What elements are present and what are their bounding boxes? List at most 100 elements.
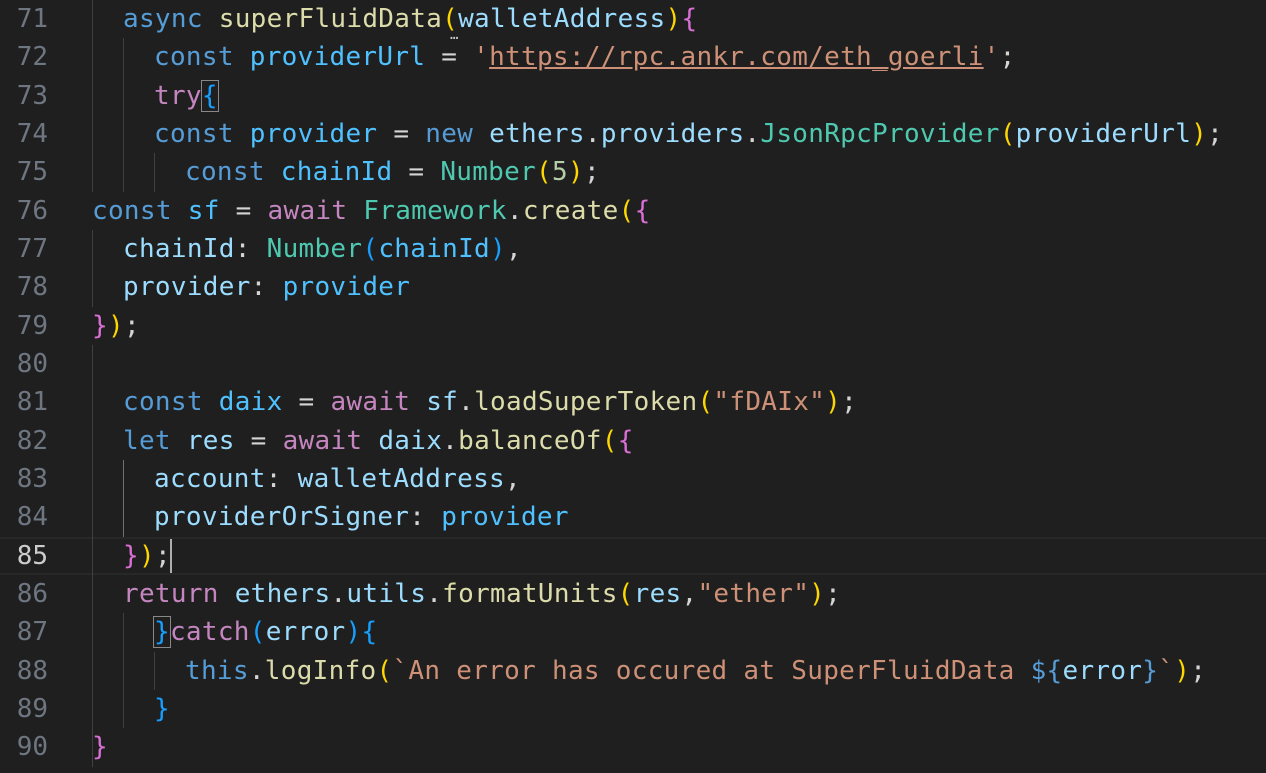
code-token: ) xyxy=(567,157,584,188)
line-number: 84 xyxy=(16,502,48,533)
code-token: error xyxy=(265,617,346,648)
code-token: return xyxy=(123,579,219,610)
code-line-74[interactable]: 74 const provider = new ethers.providers.… xyxy=(0,115,1266,153)
code-token: = xyxy=(234,425,283,456)
code-token: ) xyxy=(1174,655,1191,686)
code-line-79[interactable]: 79}); xyxy=(0,307,1266,345)
code-line-71[interactable]: 71 async superFluidData(walletAddress){ xyxy=(0,0,1266,38)
line-number: 75 xyxy=(16,157,48,188)
code-token: "ether" xyxy=(697,579,810,610)
code-token: ; xyxy=(841,387,858,418)
line-number: 72 xyxy=(16,42,48,73)
code-token: async xyxy=(123,4,203,35)
code-line-88[interactable]: 88 this.logInfo(`An error has occured at … xyxy=(0,652,1266,690)
code-token: . xyxy=(248,655,265,686)
code-token: provider xyxy=(123,272,251,303)
code-token: ) xyxy=(345,617,362,648)
code-token: provider xyxy=(249,119,378,150)
indent-guide xyxy=(123,613,124,652)
code-line-85[interactable]: 85}); xyxy=(0,536,1266,575)
indent-guide xyxy=(92,498,93,537)
code-token: loadSuperToken xyxy=(474,387,698,418)
code-line-77[interactable]: 77 chainId: Number(chainId), xyxy=(0,230,1266,268)
code-text: }); xyxy=(123,543,171,569)
code-text: async superFluidData(walletAddress){ xyxy=(123,6,697,32)
code-token: superFluidData xyxy=(218,4,443,35)
code-token: ( xyxy=(999,119,1016,150)
code-text: account: walletAddress, xyxy=(154,466,521,492)
code-line-76[interactable]: 76 const sf = await Framework.create({ xyxy=(0,192,1266,230)
line-number: 88 xyxy=(16,655,48,686)
code-token: logInfo xyxy=(264,655,377,686)
code-token: walletAddress xyxy=(297,464,506,495)
code-text: const daix = await sf.loadSuperToken("fD… xyxy=(123,389,857,415)
hint-dots-icon[interactable]: … xyxy=(450,28,458,42)
code-text: let res = await daix.balanceOf({ xyxy=(123,428,634,454)
code-token: daix xyxy=(218,387,283,418)
indent-guide xyxy=(92,574,93,614)
code-text: provider: provider xyxy=(123,274,410,300)
indent-guide xyxy=(123,689,124,729)
code-token: } xyxy=(123,540,139,571)
indent-guide xyxy=(92,459,93,499)
code-line-83[interactable]: 83 account: walletAddress, xyxy=(0,460,1266,498)
code-line-84[interactable]: 84 providerOrSigner: provider xyxy=(0,498,1266,536)
code-text: this.logInfo(`An error has occured at Su… xyxy=(185,658,1206,684)
code-token: providerOrSigner xyxy=(154,502,410,533)
code-token: ) xyxy=(490,234,506,265)
line-number: 76 xyxy=(16,195,48,226)
code-line-89[interactable]: 89} xyxy=(0,690,1266,728)
line-number: 87 xyxy=(16,617,48,648)
code-token: formatUnits xyxy=(442,579,618,610)
code-line-73[interactable]: 73 try{ xyxy=(0,77,1266,115)
code-text: const providerUrl = 'https://rpc.ankr.co… xyxy=(154,44,1016,70)
code-line-90[interactable]: 90} xyxy=(0,728,1266,766)
code-token: let xyxy=(123,425,171,456)
code-text: }); xyxy=(92,313,140,339)
code-token: res xyxy=(186,425,235,456)
code-token: ; xyxy=(1190,655,1207,686)
indent-guide xyxy=(92,38,93,77)
code-token: providers xyxy=(600,119,745,150)
code-line-87[interactable]: 87 }catch(error){ xyxy=(0,613,1266,651)
code-token: ) xyxy=(809,579,826,610)
code-token: provider xyxy=(282,272,411,303)
text-cursor xyxy=(170,538,172,573)
code-token: } xyxy=(153,616,171,649)
code-line-78[interactable]: 78 provider: provider xyxy=(0,268,1266,306)
code-editor[interactable]: 71 async superFluidData(walletAddress){72… xyxy=(0,0,1266,773)
code-line-81[interactable]: 81 const daix = await sf.loadSuperToken("… xyxy=(0,383,1266,421)
code-token: chainId xyxy=(123,234,235,265)
code-token: . xyxy=(458,387,475,418)
code-text: } xyxy=(154,696,170,722)
code-token: } xyxy=(154,694,170,725)
code-text: return ethers.utils.formatUnits(res,"eth… xyxy=(123,581,841,607)
code-token: Framework xyxy=(363,195,507,226)
indent-guide xyxy=(123,38,124,77)
code-line-80[interactable]: 80 xyxy=(0,345,1266,383)
code-line-86[interactable]: 86 return ethers.utils.formatUnits(res,"e… xyxy=(0,575,1266,613)
code-token: , xyxy=(505,234,522,265)
code-token: await xyxy=(282,425,363,456)
code-token: : xyxy=(265,464,298,495)
code-token: "fDAIx" xyxy=(713,387,826,418)
code-text: }catch(error){ xyxy=(153,616,377,649)
indent-guide xyxy=(92,536,93,575)
code-token: const xyxy=(154,119,234,150)
code-token: ) xyxy=(825,387,842,418)
code-token: } xyxy=(92,732,108,763)
code-line-82[interactable]: 82 let res = await daix.balanceOf({ xyxy=(0,422,1266,460)
code-token: catch xyxy=(169,617,250,648)
code-line-72[interactable]: 72 const providerUrl = 'https://rpc.ankr.… xyxy=(0,38,1266,76)
code-token: ' xyxy=(983,42,1000,73)
code-token: ` xyxy=(1158,655,1175,686)
code-token: sf xyxy=(426,387,459,418)
code-line-75[interactable]: 75 const chainId = Number(5); xyxy=(0,153,1266,191)
code-token: `An error has occured at SuperFluidData xyxy=(392,655,1031,686)
